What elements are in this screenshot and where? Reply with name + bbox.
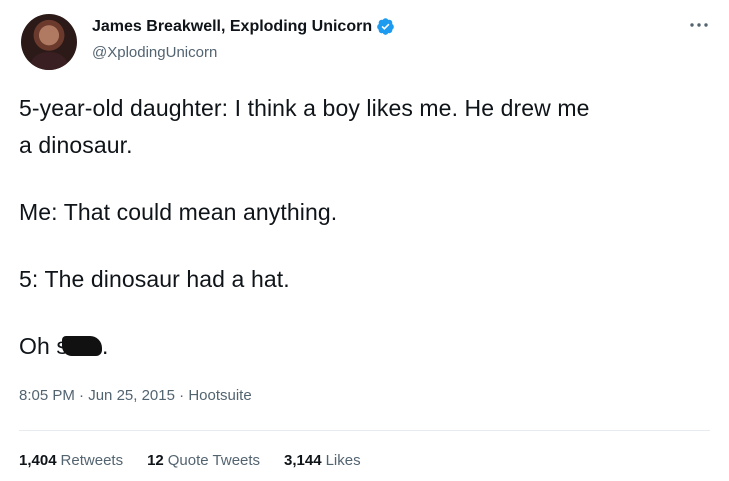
tweet-card: James Breakwell, Exploding Unicorn @Xplo… — [0, 0, 729, 481]
tweet-source[interactable]: Hootsuite — [188, 387, 251, 404]
tweet-stats: 1,404 Retweets 12 Quote Tweets 3,144 Likes — [19, 452, 385, 469]
tweet-metadata: 8:05 PM · Jun 25, 2015 · Hootsuite — [19, 387, 252, 404]
retweets-count: 1,404 — [19, 452, 57, 469]
display-name[interactable]: James Breakwell, Exploding Unicorn — [92, 18, 372, 36]
more-options-icon[interactable] — [688, 20, 710, 30]
likes-stat[interactable]: 3,144 Likes — [284, 452, 361, 469]
tweet-text-line: 5-year-old daughter: I think a boy likes… — [19, 95, 590, 121]
tweet-time[interactable]: 8:05 PM — [19, 387, 75, 404]
quote-tweets-stat[interactable]: 12 Quote Tweets — [147, 452, 260, 469]
meta-separator: · — [79, 387, 85, 404]
censor-scribble — [61, 336, 102, 356]
likes-count: 3,144 — [284, 452, 322, 469]
tweet-text-line: Me: That could mean anything. — [19, 199, 338, 225]
retweets-label: Retweets — [60, 452, 124, 469]
retweets-stat[interactable]: 1,404 Retweets — [19, 452, 123, 469]
meta-separator: · — [179, 387, 185, 404]
quote-tweets-count: 12 — [147, 452, 164, 469]
tweet-text-line: 5: The dinosaur had a hat. — [19, 266, 290, 292]
divider — [19, 430, 710, 431]
tweet-date[interactable]: Jun 25, 2015 — [88, 387, 175, 404]
author-handle[interactable]: @XplodingUnicorn — [92, 44, 217, 61]
tweet-text-line: a dinosaur. — [19, 132, 133, 158]
tweet-text-last-line: Oh s. — [19, 333, 108, 360]
avatar[interactable] — [21, 14, 77, 70]
tweet-text-start: Oh s — [19, 333, 68, 359]
tweet-text-end: . — [101, 333, 109, 359]
quote-tweets-label: Quote Tweets — [167, 452, 261, 469]
likes-label: Likes — [325, 452, 361, 469]
verified-badge-icon — [377, 18, 394, 35]
author-name-row: James Breakwell, Exploding Unicorn — [92, 17, 395, 36]
